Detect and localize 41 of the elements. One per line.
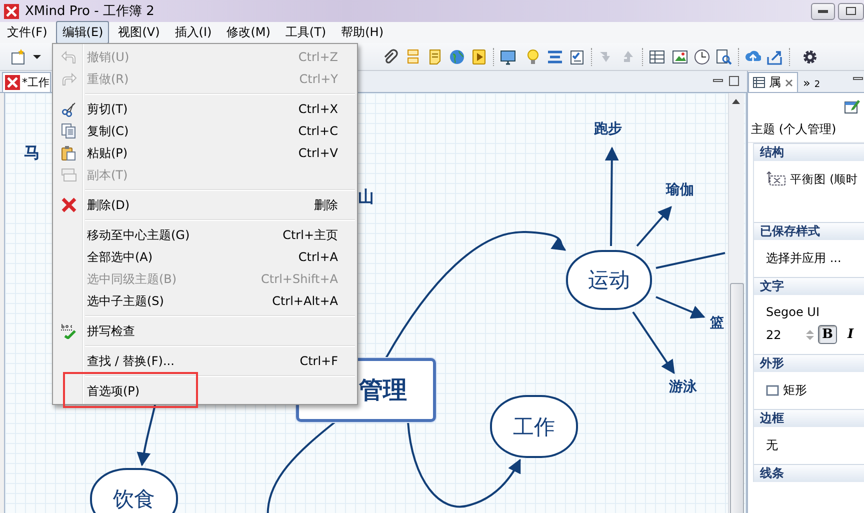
property-value[interactable]: 无: [766, 437, 778, 454]
topic-label[interactable]: 马: [24, 143, 40, 164]
panel-tab[interactable]: 属: [748, 72, 798, 92]
menu-item[interactable]: 帮助(H): [335, 21, 390, 44]
menu-item[interactable]: 插入(I): [168, 21, 218, 44]
section-header[interactable]: 结构: [754, 143, 864, 161]
menu-item[interactable]: 复制(C) Ctrl+C: [53, 120, 357, 142]
menu-item[interactable]: 视图(V): [112, 21, 166, 44]
topic-node[interactable]: 饮食: [90, 468, 178, 513]
topic-label[interactable]: 山: [358, 187, 374, 208]
menu-item[interactable]: 选中子主题(S) Ctrl+Alt+A: [53, 290, 357, 312]
menu-item[interactable]: 文件(F): [1, 21, 54, 44]
section-header[interactable]: 边框: [754, 409, 864, 427]
menu-item[interactable]: 工具(T): [279, 21, 332, 44]
structure-value[interactable]: 平衡图 (顺时: [790, 172, 858, 186]
subtopic-label[interactable]: 游泳: [669, 378, 697, 396]
menu-item[interactable]: 粘贴(P) Ctrl+V: [53, 142, 357, 164]
section-header[interactable]: 线条: [754, 464, 864, 482]
section-header[interactable]: 文字: [754, 277, 864, 295]
topic-node[interactable]: 工作: [490, 395, 578, 458]
window-title: XMind Pro - 工作簿 2: [25, 3, 154, 20]
menu-item[interactable]: 编辑(E): [56, 21, 110, 44]
editor-tab[interactable]: *工作: [2, 72, 50, 92]
section-header[interactable]: 外形: [754, 354, 864, 372]
font-size-field[interactable]: 22: [766, 328, 802, 342]
property-value[interactable]: 选择并应用 ...: [766, 250, 842, 267]
font-name[interactable]: Segoe UI: [766, 305, 820, 319]
panel-tab[interactable]: » 2: [798, 72, 826, 92]
subtopic-label[interactable]: 跑步: [594, 120, 622, 138]
subtopic-label[interactable]: 篮: [710, 314, 724, 332]
menu-item[interactable]: 移动至中心主题(G) Ctrl+主页: [53, 224, 357, 246]
menu-item[interactable]: 全部选中(A) Ctrl+A: [53, 246, 357, 268]
menu-item[interactable]: 剪切(T) Ctrl+X: [53, 98, 357, 120]
menu-item[interactable]: 拼写检查: [53, 320, 357, 342]
section-header[interactable]: 已保存样式: [754, 222, 864, 240]
menu-item[interactable]: 删除(D) 删除: [53, 194, 357, 216]
shape-value[interactable]: 矩形: [783, 382, 807, 399]
menu-item[interactable]: 修改(M): [220, 21, 276, 44]
bold-button[interactable]: B: [818, 325, 837, 344]
topic-node[interactable]: 运动: [566, 250, 652, 310]
subtopic-label[interactable]: 瑜伽: [666, 181, 694, 199]
